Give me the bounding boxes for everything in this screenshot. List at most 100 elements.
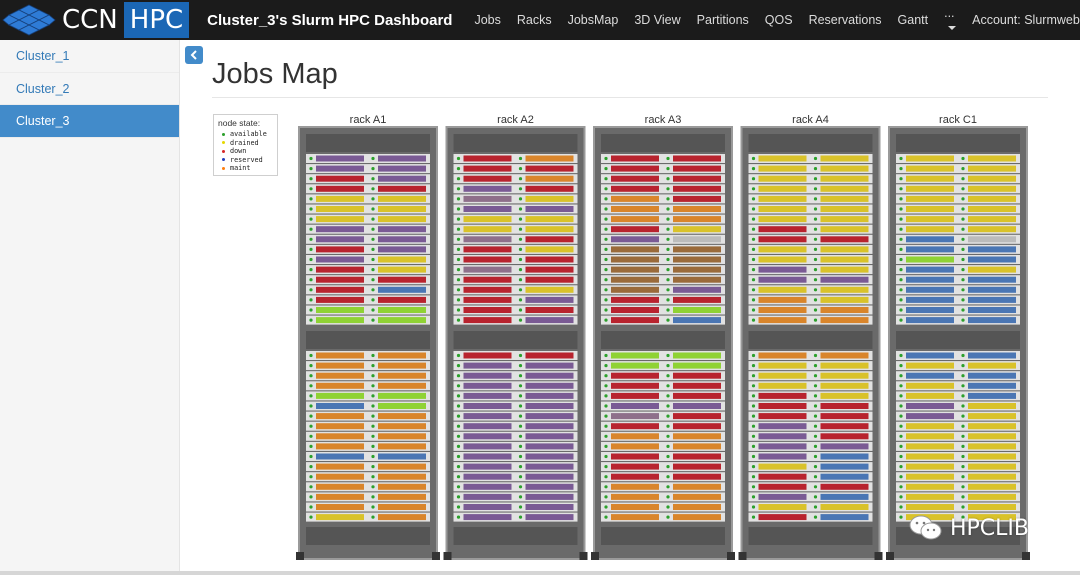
node-job — [463, 276, 512, 283]
legend-swatch — [222, 158, 225, 162]
node-state-dot — [604, 207, 608, 211]
node-job — [525, 463, 574, 470]
node-state-dot — [604, 187, 608, 191]
node-state-dot — [751, 454, 756, 459]
page-title: Jobs Map — [212, 58, 338, 90]
dashboard-title[interactable]: Cluster_3's Slurm HPC Dashboard — [207, 12, 452, 29]
node-job — [525, 372, 574, 379]
node-job — [316, 296, 364, 303]
nav-link-jobsmap[interactable]: JobsMap — [560, 13, 627, 27]
node-state-dot — [456, 207, 461, 211]
node-job — [611, 443, 659, 450]
node-state-dot — [813, 257, 818, 262]
node-job — [611, 216, 659, 223]
legend-label: available — [230, 130, 267, 139]
node-state-dot — [813, 318, 818, 322]
node-state-dot — [813, 404, 818, 408]
node-job — [673, 175, 721, 182]
node-job — [316, 155, 364, 162]
nav-link-partitions[interactable]: Partitions — [689, 13, 757, 27]
node-state-dot — [456, 414, 461, 418]
collapse-sidebar-button[interactable] — [185, 46, 203, 64]
sidebar-item-cluster-2[interactable]: Cluster_2 — [0, 73, 179, 105]
node-state-dot — [456, 217, 461, 221]
node-state-dot — [371, 167, 375, 171]
node-job — [611, 276, 659, 283]
sidebar-item-cluster-3[interactable]: Cluster_3 — [0, 105, 179, 138]
node-state-dot — [604, 505, 608, 509]
node-state-dot — [899, 384, 903, 388]
node-job — [906, 175, 954, 182]
node-state-dot — [604, 364, 608, 368]
node-job — [611, 514, 659, 521]
node-state-dot — [961, 394, 965, 398]
node-job — [906, 165, 954, 172]
node-state-dot — [371, 318, 375, 322]
node-state-dot — [751, 308, 756, 312]
node-state-dot — [456, 475, 461, 479]
node-state-dot — [813, 485, 818, 489]
node-state-dot — [813, 434, 818, 438]
nav-link-3d-view[interactable]: 3D View — [626, 13, 688, 27]
node-state-dot — [604, 374, 608, 378]
node-job — [758, 382, 807, 389]
node-state-dot — [666, 227, 670, 231]
node-state-dot — [518, 217, 523, 221]
node-job — [820, 276, 869, 283]
node-job — [378, 296, 426, 303]
nav-link-reservations[interactable]: Reservations — [801, 13, 890, 27]
node-state-dot — [309, 278, 313, 282]
node-state-dot — [899, 288, 903, 292]
node-state-dot — [666, 353, 670, 358]
node-state-dot — [813, 197, 818, 201]
chevron-down-icon — [948, 25, 957, 30]
bottom-scrollbar[interactable] — [0, 571, 1080, 575]
node-state-dot — [666, 454, 670, 459]
sidebar-item-cluster-1[interactable]: Cluster_1 — [0, 40, 179, 73]
node-job — [525, 307, 574, 313]
nav-link-qos[interactable]: QOS — [757, 13, 801, 27]
node-state-dot — [604, 465, 608, 469]
node-state-dot — [309, 505, 313, 509]
node-job — [525, 165, 574, 172]
node-job — [968, 504, 1016, 510]
account-dropdown[interactable]: Account: Slurmweb User — [964, 13, 1080, 27]
node-job — [611, 382, 659, 389]
node-job — [758, 296, 807, 303]
node-job — [378, 493, 426, 500]
node-state-dot — [666, 308, 670, 312]
node-job — [463, 453, 512, 460]
node-state-dot — [456, 247, 461, 251]
node-state-dot — [751, 207, 756, 211]
nav-link-racks[interactable]: Racks — [509, 13, 560, 27]
node-job — [673, 423, 721, 430]
cubes-logo-icon — [2, 4, 56, 36]
node-job — [463, 307, 512, 313]
legend-title: node state: — [218, 118, 261, 128]
node-state-dot — [518, 177, 523, 181]
node-state-dot — [899, 434, 903, 438]
node-job — [906, 317, 954, 324]
node-state-dot — [899, 444, 903, 448]
node-job — [758, 155, 807, 162]
node-job — [463, 463, 512, 470]
brand-hpc-text: HPC — [123, 2, 190, 38]
node-state-dot — [518, 384, 523, 388]
node-state-dot — [309, 308, 313, 312]
nav-link-gantt[interactable]: Gantt — [890, 13, 937, 27]
node-state-dot — [751, 434, 756, 438]
rack-header-panel — [306, 134, 430, 152]
node-state-dot — [456, 167, 461, 171]
node-state-dot — [456, 187, 461, 191]
nav-more-dropdown[interactable]: ... — [936, 6, 964, 34]
nav-link-jobs[interactable]: Jobs — [466, 13, 508, 27]
node-state-dot — [751, 444, 756, 448]
brand-logo[interactable]: CCN HPC — [0, 0, 190, 40]
rack-label: rack A3 — [645, 114, 682, 126]
node-state-dot — [371, 177, 375, 181]
node-job — [820, 246, 869, 253]
node-job — [316, 216, 364, 223]
node-state-dot — [813, 364, 818, 368]
node-job — [820, 463, 869, 470]
node-job — [463, 216, 512, 223]
